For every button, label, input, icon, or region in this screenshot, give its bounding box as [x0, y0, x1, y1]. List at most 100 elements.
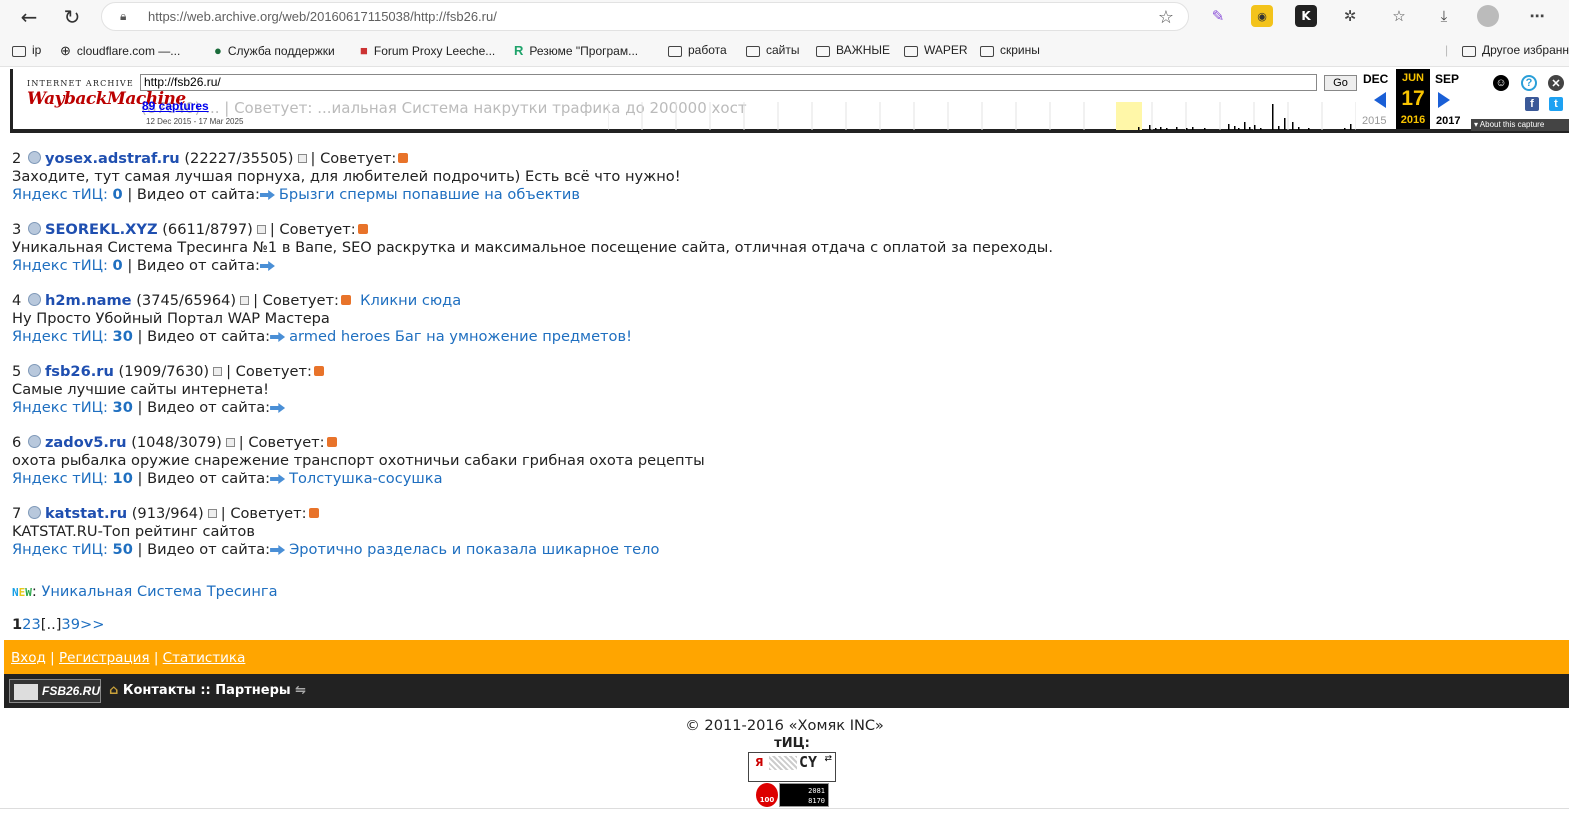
yandex-cy-badge[interactable]: Я CY ⇄ — [748, 752, 836, 782]
rss-icon[interactable] — [313, 366, 324, 376]
visit-counts: (6611/8797) — [162, 221, 253, 238]
page-next[interactable]: >> — [80, 616, 104, 633]
page-link-last[interactable]: 39 — [61, 616, 80, 633]
capture-bar — [1238, 128, 1240, 130]
stats-link[interactable]: Статистика — [163, 650, 246, 666]
bookmark-support[interactable]: ● Служба поддержки — [214, 43, 335, 58]
bookmark-waper[interactable]: WAPER — [904, 43, 968, 57]
site-link[interactable]: h2m.name — [45, 292, 132, 309]
news-link[interactable]: Уникальная Система Тресинга — [41, 583, 277, 600]
video-label: Видео от сайта: — [147, 328, 271, 345]
site-link[interactable]: zadov5.ru — [45, 434, 127, 451]
video-link[interactable]: Брызги спермы попавшие на объектив — [279, 186, 580, 203]
info-icon[interactable] — [213, 367, 223, 376]
site-link[interactable]: SEOREKL.XYZ — [45, 221, 158, 238]
partners-link[interactable]: Партнеры — [215, 683, 290, 698]
visit-counter[interactable]: 2081 8170 — [779, 783, 829, 807]
download-icon[interactable]: ⤓ — [1433, 5, 1455, 27]
rss-icon[interactable] — [357, 224, 368, 234]
tic-value[interactable]: 10 — [113, 470, 133, 487]
k-extension-icon[interactable]: K — [1295, 5, 1317, 27]
visit-counts: (22227/35505) — [184, 150, 294, 167]
prev-year-label[interactable]: 2015 — [1362, 115, 1386, 127]
site-link[interactable]: katstat.ru — [45, 505, 127, 522]
bookmark-rabota[interactable]: работа — [668, 43, 727, 57]
contacts-link[interactable]: Контакты — [123, 683, 196, 698]
promo-link[interactable]: Кликни сюда — [360, 292, 461, 309]
video-arrow-icon[interactable] — [270, 403, 286, 413]
info-icon[interactable] — [297, 154, 307, 163]
list-item: 7 katstat.ru (913/964) | Советует: KATSTAT… — [12, 505, 1312, 559]
tic-value[interactable]: 30 — [113, 399, 133, 416]
login-link[interactable]: Вход — [11, 650, 46, 666]
info-icon[interactable] — [256, 225, 266, 234]
menu-dots-icon[interactable]: ⋯ — [1526, 5, 1548, 27]
puzzle-extensions-icon[interactable]: ✲ — [1339, 5, 1361, 27]
shield-extension-icon[interactable]: ◉ — [1251, 5, 1273, 27]
favorite-star-icon[interactable]: ☆ — [1158, 7, 1174, 28]
avatar[interactable] — [1477, 5, 1499, 27]
page-current: 1 — [12, 616, 23, 633]
register-link[interactable]: Регистрация — [59, 650, 150, 666]
video-arrow-icon[interactable] — [270, 474, 286, 484]
address-bar[interactable]: 🔒︎ https://web.archive.org/web/201606171… — [101, 2, 1189, 31]
rss-icon[interactable] — [308, 508, 319, 518]
video-link[interactable]: Толстушка-сосушка — [289, 470, 442, 487]
site-description: Заходите, тут самая лучшая порнуха, для … — [12, 168, 681, 185]
reload-icon[interactable]: ↻ — [55, 2, 89, 32]
video-arrow-icon[interactable] — [259, 190, 275, 200]
favorites-icon[interactable]: ☆ — [1388, 5, 1410, 27]
bookmark-cloudflare[interactable]: ⊕ cloudflare.com —... — [60, 43, 180, 59]
prev-capture-arrow-icon[interactable] — [1374, 92, 1386, 108]
twitter-icon[interactable]: t — [1549, 97, 1563, 111]
site-link[interactable]: yosex.adstraf.ru — [45, 150, 180, 167]
address-text[interactable]: https://web.archive.org/web/201606171150… — [148, 9, 497, 24]
liveinternet-counter-icon[interactable]: 100 — [756, 783, 778, 807]
facebook-icon[interactable]: f — [1525, 97, 1539, 111]
wayback-url-input[interactable]: http://fsb26.ru/ — [140, 74, 1317, 91]
capture-sparkline[interactable] — [608, 102, 1356, 130]
rss-icon[interactable] — [398, 153, 409, 163]
site-link[interactable]: fsb26.ru — [45, 363, 114, 380]
capture-bar — [1254, 125, 1256, 130]
bookmark-skriny[interactable]: скрины — [980, 43, 1040, 57]
bookmark-resume[interactable]: R Резюме "Програм... — [514, 43, 638, 58]
page-link-3[interactable]: 3 — [31, 616, 40, 633]
entry-number: 4 — [12, 292, 22, 309]
info-icon[interactable] — [207, 509, 217, 518]
info-icon[interactable] — [240, 296, 250, 305]
pen-extension-icon[interactable]: ✎ — [1207, 5, 1229, 27]
video-arrow-icon[interactable] — [259, 261, 275, 271]
bookmark-label: Служба поддержки — [227, 43, 335, 58]
rss-icon[interactable] — [340, 295, 351, 305]
go-button[interactable]: Go — [1324, 75, 1357, 91]
bookmark-saity[interactable]: сайты — [746, 43, 800, 57]
info-icon[interactable] — [225, 438, 235, 447]
tic-value[interactable]: 0 — [113, 186, 123, 203]
tic-value[interactable]: 0 — [113, 257, 123, 274]
video-arrow-icon[interactable] — [270, 545, 286, 555]
bookmark-forum[interactable]: ■ Forum Proxy Leeche... — [360, 43, 495, 58]
bookmark-other[interactable]: Другое избранн — [1462, 43, 1569, 57]
help-icon[interactable]: ? — [1521, 75, 1537, 91]
video-arrow-icon[interactable] — [270, 332, 286, 342]
list-item: 2 yosex.adstraf.ru (22227/35505) | Совету… — [12, 150, 1312, 204]
account-icon[interactable]: ☺ — [1493, 75, 1509, 91]
video-link[interactable]: armed heroes Баг на умножение предметов! — [289, 328, 632, 345]
close-icon[interactable]: ✕ — [1548, 75, 1564, 91]
capture-bar — [1272, 104, 1274, 130]
tic-value[interactable]: 30 — [113, 328, 133, 345]
tic-value[interactable]: 50 — [113, 541, 133, 558]
bookmark-ip[interactable]: ip — [12, 43, 41, 57]
prev-month-label[interactable]: DEC — [1363, 72, 1388, 86]
about-capture-button[interactable]: ▾ About this capture — [1471, 119, 1569, 131]
captures-link[interactable]: 89 captures — [142, 99, 209, 113]
fsb-logo[interactable]: FSB26.RU — [9, 679, 101, 703]
back-icon[interactable]: ← — [12, 2, 46, 32]
video-link[interactable]: Эротично разделась и показала шикарное т… — [289, 541, 659, 558]
next-month-label[interactable]: SEP — [1435, 72, 1459, 86]
bookmark-vazhnye[interactable]: ВАЖНЫЕ — [816, 43, 890, 57]
next-capture-arrow-icon[interactable] — [1438, 92, 1450, 108]
rss-icon[interactable] — [326, 437, 337, 447]
next-year-label[interactable]: 2017 — [1436, 115, 1460, 127]
